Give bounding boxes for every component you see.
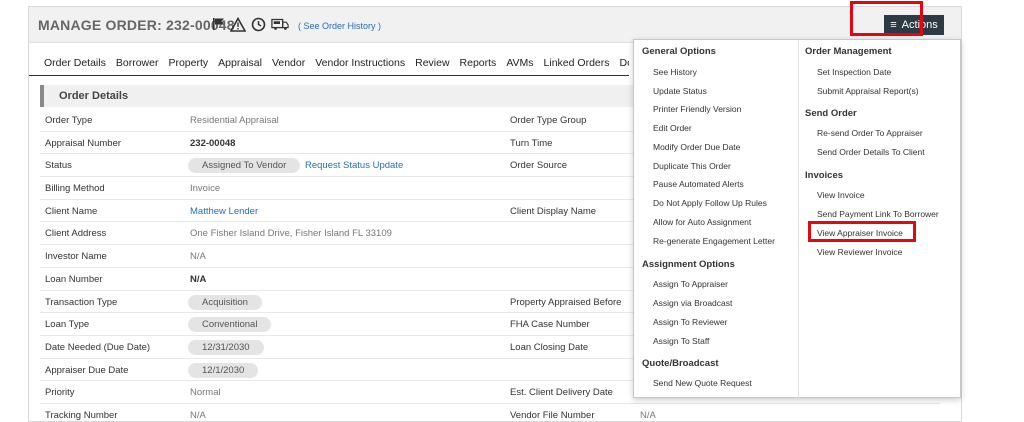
menu-item-assign-broadcast[interactable]: Assign via Broadcast xyxy=(653,298,732,308)
field-label: Order Type Group xyxy=(510,115,587,126)
tab-reports[interactable]: Reports xyxy=(455,52,502,75)
tab-linked-orders[interactable]: Linked Orders xyxy=(539,52,615,75)
field-label: Vendor File Number xyxy=(510,409,595,421)
field-label: Date Needed (Due Date) xyxy=(45,341,151,353)
menu-item-assign-appraiser[interactable]: Assign To Appraiser xyxy=(653,279,728,289)
field-value: One Fisher Island Drive, Fisher Island F… xyxy=(190,228,392,240)
menu-column-right: Order Management Set Inspection Date Sub… xyxy=(798,40,961,399)
menu-item-send-order-details[interactable]: Send Order Details To Client xyxy=(817,147,925,157)
menu-item-resend-order[interactable]: Re-send Order To Appraiser xyxy=(817,128,923,138)
field-value: Residential Appraisal xyxy=(190,115,279,126)
menu-item-update-status[interactable]: Update Status xyxy=(653,86,707,96)
field-label: Loan Number xyxy=(45,273,103,285)
menu-item-auto-assignment[interactable]: Allow for Auto Assignment xyxy=(653,217,751,227)
field-label: Loan Type xyxy=(45,319,90,331)
menu-heading-invoices: Invoices xyxy=(805,170,844,181)
field-label: Order Source xyxy=(510,160,568,172)
field-value: N/A xyxy=(190,409,206,421)
see-history-link[interactable]: ( See Order History ) xyxy=(298,21,381,31)
menu-item-view-invoice[interactable]: View Invoice xyxy=(817,190,865,200)
field-label: Priority xyxy=(45,387,75,399)
menu-item-view-reviewer-invoice[interactable]: View Reviewer Invoice xyxy=(817,247,902,257)
field-value: Normal xyxy=(190,387,221,399)
field-label: Client Name xyxy=(45,205,98,217)
field-label: Est. Client Delivery Date xyxy=(510,387,613,399)
field-label: Turn Time xyxy=(510,137,553,149)
field-label: Transaction Type xyxy=(45,296,118,308)
menu-heading-quote-broadcast: Quote/Broadcast xyxy=(642,358,719,369)
tab-vendor[interactable]: Vendor xyxy=(267,52,310,75)
field-label: Property Appraised Before xyxy=(510,296,622,308)
field-label: Tracking Number xyxy=(45,409,118,421)
truck-icon[interactable] xyxy=(271,15,289,33)
field-label: Billing Method xyxy=(45,183,105,195)
tab-borrower[interactable]: Borrower xyxy=(111,52,164,75)
tab-appraisal[interactable]: Appraisal xyxy=(213,52,267,75)
value-badge: Acquisition xyxy=(188,294,262,310)
menu-item-edit-order[interactable]: Edit Order xyxy=(653,123,692,133)
field-value: N/A xyxy=(190,273,207,285)
menu-heading-send-order: Send Order xyxy=(805,108,857,119)
field-label: Client Display Name xyxy=(510,205,597,217)
menu-item-modify-due-date[interactable]: Modify Order Due Date xyxy=(653,142,740,152)
field-label: Loan Closing Date xyxy=(510,341,589,353)
field-label: Client Address xyxy=(45,228,107,240)
menu-item-regenerate-letter[interactable]: Re-generate Engagement Letter xyxy=(653,236,775,246)
tab-avms[interactable]: AVMs xyxy=(501,52,538,75)
menu-heading-assignment-options: Assignment Options xyxy=(642,259,735,270)
menu-item-printer-friendly[interactable]: Printer Friendly Version xyxy=(653,104,741,114)
order-tabs: Order Details Borrower Property Appraisa… xyxy=(29,52,629,76)
field-label: Appraisal Number xyxy=(45,137,122,149)
menu-item-assign-staff[interactable]: Assign To Staff xyxy=(653,336,709,346)
order-header: MANAGE ORDER: 232-00048 ( See Order Hist… xyxy=(29,7,961,43)
tab-review[interactable]: Review xyxy=(410,52,454,75)
request-status-update-link[interactable]: Request Status Update xyxy=(305,160,403,171)
menu-item-duplicate-order[interactable]: Duplicate This Order xyxy=(653,161,731,171)
menu-item-send-payment-link[interactable]: Send Payment Link To Borrower xyxy=(817,209,939,219)
clock-icon[interactable] xyxy=(249,15,267,33)
value-badge: Conventional xyxy=(188,317,272,333)
menu-item-see-history[interactable]: See History xyxy=(653,67,697,77)
tab-vendor-instructions[interactable]: Vendor Instructions xyxy=(310,52,410,75)
menu-item-set-inspection-date[interactable]: Set Inspection Date xyxy=(817,67,891,77)
value-badge: 12/1/2030 xyxy=(188,362,259,378)
field-value: N/A xyxy=(190,251,206,263)
field-value: N/A xyxy=(640,409,656,421)
warning-icon[interactable] xyxy=(229,15,247,33)
menu-item-pause-alerts[interactable]: Pause Automated Alerts xyxy=(653,179,744,189)
menu-heading-general-options: General Options xyxy=(642,46,716,57)
menu-item-view-appraiser-invoice[interactable]: View Appraiser Invoice xyxy=(817,228,903,238)
field-value: 232-00048 xyxy=(190,137,236,149)
client-name-link[interactable]: Matthew Lender xyxy=(190,206,258,217)
menu-item-send-quote[interactable]: Send New Quote Request xyxy=(653,378,752,388)
menu-icon: ≡ xyxy=(890,19,897,31)
actions-button[interactable]: ≡ Actions xyxy=(884,15,944,35)
section-title: Order Details xyxy=(59,90,129,102)
menu-heading-order-management: Order Management xyxy=(805,46,892,57)
field-label: Appraiser Due Date xyxy=(45,364,129,376)
value-badge: 12/31/2030 xyxy=(188,339,264,355)
flag-icon[interactable] xyxy=(210,15,228,33)
actions-label: Actions xyxy=(901,19,938,31)
field-label: Investor Name xyxy=(45,251,107,263)
menu-item-no-follow-up[interactable]: Do Not Apply Follow Up Rules xyxy=(653,198,767,208)
page-title: MANAGE ORDER: 232-00048 xyxy=(38,17,235,33)
tab-order-details[interactable]: Order Details xyxy=(29,52,111,75)
field-value: Invoice xyxy=(190,183,221,195)
table-row: Tracking Number N/A Vendor File Number N… xyxy=(40,404,940,422)
tab-documents[interactable]: Docu xyxy=(615,52,630,75)
field-label: Order Type xyxy=(45,115,93,126)
actions-dropdown-menu: General Options See History Update Statu… xyxy=(633,39,961,399)
menu-item-assign-reviewer[interactable]: Assign To Reviewer xyxy=(653,317,728,327)
field-label: Status xyxy=(45,160,72,172)
menu-item-submit-report[interactable]: Submit Appraisal Report(s) xyxy=(817,86,919,96)
field-label: FHA Case Number xyxy=(510,319,590,331)
status-badge: Assigned To Vendor xyxy=(188,158,301,174)
tab-property[interactable]: Property xyxy=(163,52,213,75)
